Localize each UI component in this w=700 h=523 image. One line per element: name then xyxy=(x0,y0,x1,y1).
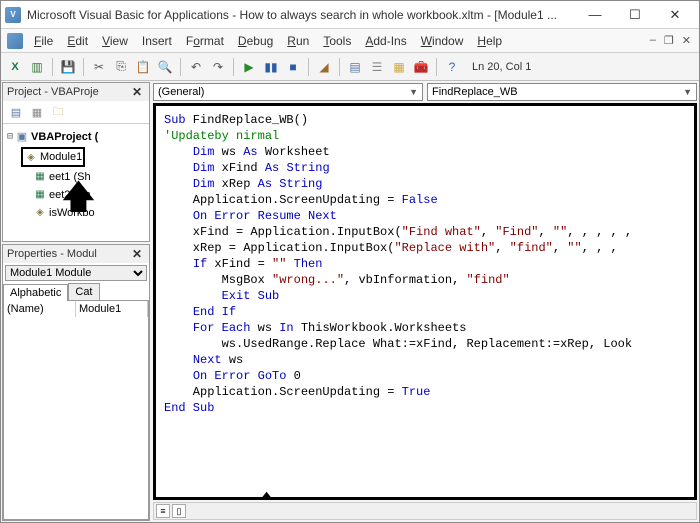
standard-toolbar: X ▥ 💾 ✂ ⎘ 📋 🔍 ↶ ↷ ▶ ▮▮ ■ ◢ ▤ ☰ ▦ 🧰 ? Ln … xyxy=(1,53,699,81)
project-explorer-close-button[interactable]: ✕ xyxy=(129,85,145,99)
toggle-folders-button[interactable]: 🗀 xyxy=(49,104,67,120)
mdi-close-button[interactable]: ✕ xyxy=(682,34,691,47)
object-browser-button[interactable]: ▦ xyxy=(389,57,409,77)
find-button[interactable]: 🔍 xyxy=(155,57,175,77)
maximize-button[interactable]: ☐ xyxy=(615,2,655,28)
tree-sheet2[interactable]: eet2 (Sh xyxy=(49,187,91,203)
project-tree[interactable]: ⊟VBAProject ( Module1 eet1 (Sh eet2 (Sh … xyxy=(3,124,149,226)
full-module-view-button[interactable]: ▯ xyxy=(172,504,186,518)
vba-app-icon: V xyxy=(5,7,21,23)
help-button[interactable]: ? xyxy=(442,57,462,77)
menu-help[interactable]: Help xyxy=(470,31,509,51)
menu-debug[interactable]: Debug xyxy=(231,31,280,51)
break-button[interactable]: ▮▮ xyxy=(261,57,281,77)
redo-button[interactable]: ↷ xyxy=(208,57,228,77)
menu-view[interactable]: View xyxy=(95,31,135,51)
design-mode-button[interactable]: ◢ xyxy=(314,57,334,77)
menu-file[interactable]: File xyxy=(27,31,60,51)
menu-run[interactable]: Run xyxy=(280,31,316,51)
copy-button[interactable]: ⎘ xyxy=(111,57,131,77)
window-titlebar: V Microsoft Visual Basic for Application… xyxy=(1,1,699,29)
properties-tab-alphabetic[interactable]: Alphabetic xyxy=(3,284,68,301)
view-excel-button[interactable]: X xyxy=(5,57,25,77)
close-button[interactable]: ✕ xyxy=(655,2,695,28)
prop-name-value[interactable]: Module1 xyxy=(76,301,148,317)
code-window: (General)▼ FindReplace_WB▼ Sub FindRepla… xyxy=(151,81,699,522)
procedure-dropdown[interactable]: FindReplace_WB▼ xyxy=(427,83,697,101)
menu-edit[interactable]: Edit xyxy=(60,31,95,51)
cut-button[interactable]: ✂ xyxy=(89,57,109,77)
code-view-footer: ≡ ▯ xyxy=(153,502,697,520)
window-title: Microsoft Visual Basic for Applications … xyxy=(27,8,575,22)
properties-tab-categorized[interactable]: Cat xyxy=(68,283,99,300)
run-sub-button[interactable]: ▶ xyxy=(239,57,259,77)
paste-button[interactable]: 📋 xyxy=(133,57,153,77)
mdi-restore-button[interactable]: ❐ xyxy=(664,34,674,47)
system-menu-icon[interactable] xyxy=(7,33,23,49)
tree-thisworkbook[interactable]: isWorkbo xyxy=(49,205,95,221)
object-dropdown[interactable]: (General)▼ xyxy=(153,83,423,101)
properties-title: Properties - Modul xyxy=(7,248,97,260)
prop-name-key: (Name) xyxy=(4,301,76,317)
menu-tools[interactable]: Tools xyxy=(316,31,358,51)
properties-pane: Properties - Modul ✕ Module1 Module Alph… xyxy=(2,244,150,521)
cursor-position-label: Ln 20, Col 1 xyxy=(472,61,531,73)
insert-object-button[interactable]: ▥ xyxy=(27,57,47,77)
properties-close-button[interactable]: ✕ xyxy=(129,247,145,261)
minimize-button[interactable]: — xyxy=(575,2,615,28)
save-button[interactable]: 💾 xyxy=(58,57,78,77)
properties-grid[interactable]: (Name) Module1 xyxy=(3,300,149,520)
view-object-button[interactable]: ▦ xyxy=(28,104,46,120)
menu-insert[interactable]: Insert xyxy=(135,31,179,51)
undo-button[interactable]: ↶ xyxy=(186,57,206,77)
code-editor[interactable]: Sub FindReplace_WB() 'Updateby nirmal Di… xyxy=(153,103,697,500)
menu-window[interactable]: Window xyxy=(414,31,471,51)
project-explorer-title: Project - VBAProje xyxy=(7,86,99,98)
menu-bar: File Edit View Insert Format Debug Run T… xyxy=(1,29,699,53)
tree-module1[interactable]: Module1 xyxy=(40,151,82,163)
toolbox-button[interactable]: 🧰 xyxy=(411,57,431,77)
menu-addins[interactable]: Add-Ins xyxy=(358,31,413,51)
reset-button[interactable]: ■ xyxy=(283,57,303,77)
project-explorer-pane: Project - VBAProje ✕ ▤ ▦ 🗀 ⊟VBAProject (… xyxy=(2,82,150,242)
menu-format[interactable]: Format xyxy=(179,31,231,51)
mdi-minimize-button[interactable]: – xyxy=(650,34,656,47)
tree-root[interactable]: VBAProject ( xyxy=(31,129,98,145)
project-explorer-button[interactable]: ▤ xyxy=(345,57,365,77)
annotation-arrow-icon: 🡅 xyxy=(246,491,287,500)
procedure-view-button[interactable]: ≡ xyxy=(156,504,170,518)
tree-sheet1[interactable]: eet1 (Sh xyxy=(49,169,91,185)
view-code-button[interactable]: ▤ xyxy=(7,104,25,120)
properties-object-select[interactable]: Module1 Module xyxy=(5,265,147,281)
properties-window-button[interactable]: ☰ xyxy=(367,57,387,77)
